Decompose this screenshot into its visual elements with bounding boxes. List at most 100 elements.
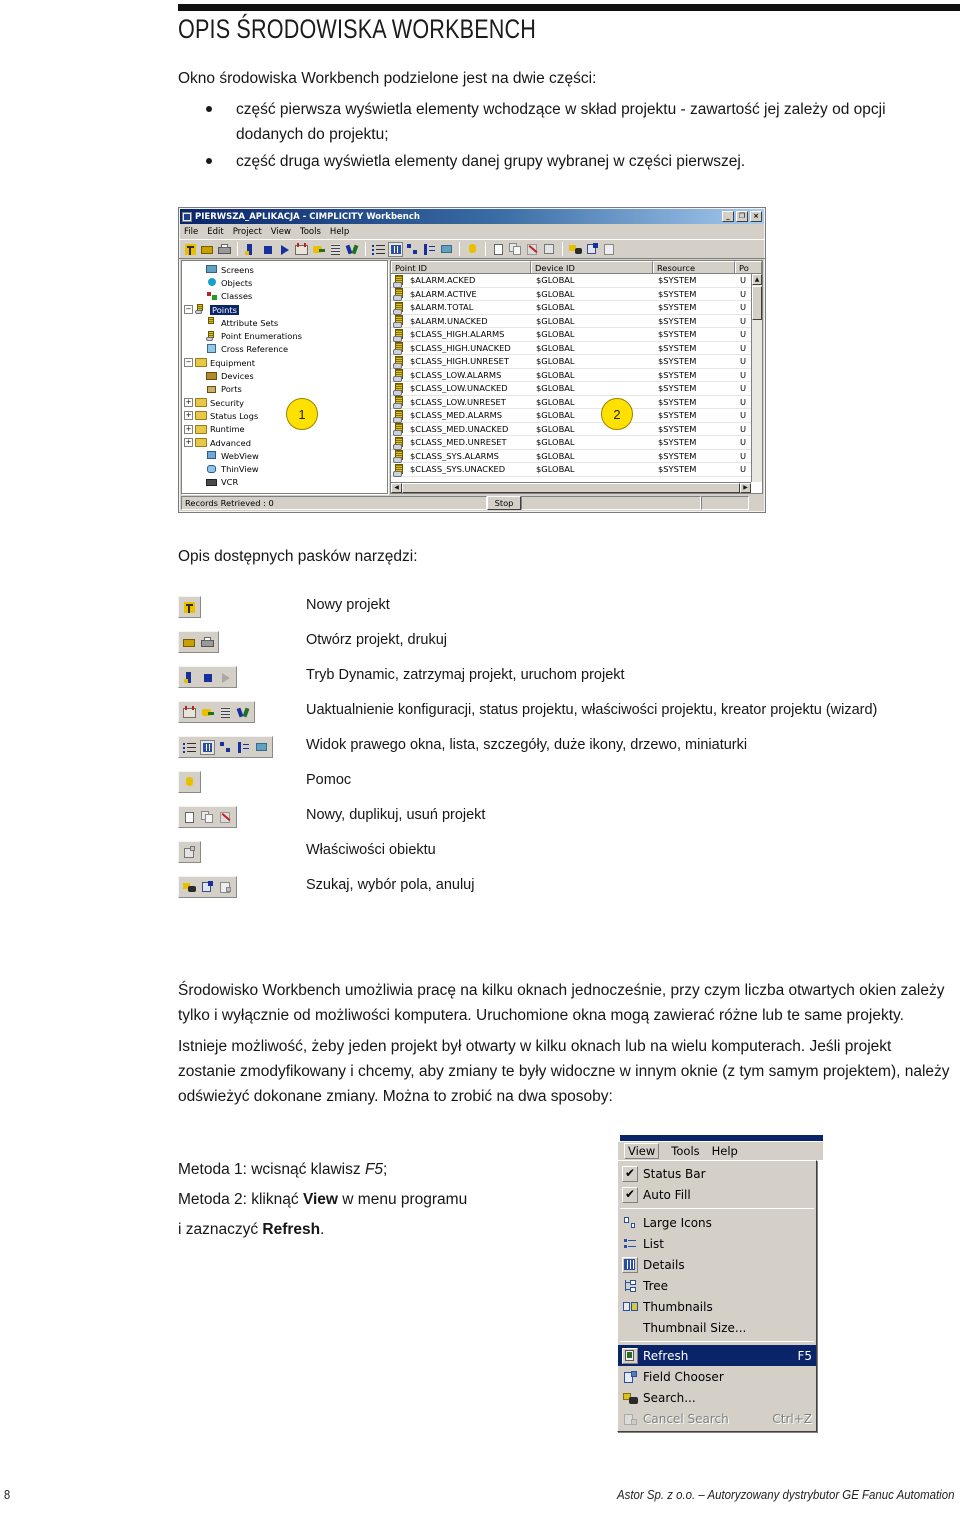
project-properties-icon[interactable]	[218, 705, 233, 720]
menu-item-status-bar[interactable]: Status Bar	[618, 1163, 816, 1184]
tree-item-screens[interactable]: Screens	[184, 263, 387, 276]
open-project-icon[interactable]	[182, 635, 197, 650]
print-icon[interactable]	[217, 242, 232, 257]
details-view-icon[interactable]	[218, 740, 233, 755]
project-status-icon[interactable]	[200, 705, 215, 720]
new-object-icon[interactable]	[182, 810, 197, 825]
stop-button[interactable]: Stop	[487, 496, 521, 510]
tree-item-ports[interactable]: Ports	[184, 383, 387, 396]
update-config-icon[interactable]	[294, 242, 309, 257]
dynamic-mode-icon[interactable]	[182, 670, 197, 685]
tree-item-runtime[interactable]: + Runtime	[184, 423, 387, 436]
column-header-point-id[interactable]: Point ID	[391, 261, 531, 273]
tree-item-security[interactable]: + Security	[184, 396, 387, 409]
field-chooser-icon[interactable]	[200, 880, 215, 895]
duplicate-object-icon[interactable]	[508, 242, 523, 257]
table-row[interactable]: $ALARM.ACKED $GLOBAL $SYSTEM U	[391, 274, 762, 288]
search-icon[interactable]	[182, 880, 197, 895]
delete-object-icon[interactable]	[525, 242, 540, 257]
print-icon[interactable]	[200, 635, 215, 650]
expand-expander[interactable]: +	[184, 398, 193, 408]
menu-item-thumbnail-size[interactable]: Thumbnail Size...	[618, 1317, 816, 1338]
tree-item-point-enumerations[interactable]: Point Enumerations	[184, 329, 387, 342]
project-status-icon[interactable]	[311, 242, 326, 257]
menu-help[interactable]: Help	[330, 227, 349, 237]
menu-view[interactable]: View	[624, 1143, 660, 1159]
menu-item-list[interactable]: List	[618, 1233, 816, 1254]
close-button[interactable]: ×	[750, 211, 762, 222]
table-row[interactable]: $CLASS_MED.UNRESET $GLOBAL $SYSTEM U	[391, 436, 762, 450]
right-pane-view-icon[interactable]	[182, 740, 197, 755]
help-icon[interactable]	[465, 242, 480, 257]
collapse-expander[interactable]: −	[184, 305, 193, 315]
run-project-icon[interactable]	[277, 242, 292, 257]
menu-tools[interactable]: Tools	[671, 1144, 699, 1158]
tree-item-webview[interactable]: WebView	[184, 449, 387, 462]
menu-help[interactable]: Help	[712, 1144, 738, 1158]
collapse-expander[interactable]: −	[184, 358, 193, 368]
resize-grip[interactable]	[749, 496, 763, 510]
tree-view-icon[interactable]	[439, 242, 454, 257]
table-row[interactable]: $CLASS_HIGH.UNRESET $GLOBAL $SYSTEM U	[391, 355, 762, 369]
tree-item-thinview[interactable]: ThinView	[184, 462, 387, 475]
tree-item-devices[interactable]: Devices	[184, 369, 387, 382]
cancel-search-icon[interactable]	[218, 880, 233, 895]
table-row[interactable]: $CLASS_HIGH.ALARMS $GLOBAL $SYSTEM U	[391, 328, 762, 342]
expand-expander[interactable]: +	[184, 438, 193, 447]
tree-item-points[interactable]: − Points	[184, 303, 387, 316]
update-config-icon[interactable]	[182, 705, 197, 720]
column-header-device-id[interactable]: Device ID	[531, 261, 653, 273]
scroll-thumb[interactable]	[402, 483, 740, 493]
tree-item-classes[interactable]: Classes	[184, 290, 387, 303]
project-tree-pane[interactable]: Screens Objects Classes − Points Attribu…	[181, 260, 388, 494]
scroll-thumb[interactable]	[752, 286, 762, 320]
tree-item-cross-reference[interactable]: Cross Reference	[184, 343, 387, 356]
table-row[interactable]: $CLASS_HIGH.UNACKED $GLOBAL $SYSTEM U	[391, 342, 762, 356]
help-icon[interactable]	[182, 775, 197, 790]
large-icons-icon[interactable]	[422, 242, 437, 257]
scroll-left-arrow[interactable]: ◀	[391, 483, 402, 493]
new-project-icon[interactable]	[182, 600, 197, 615]
menu-item-auto-fill[interactable]: Auto Fill	[618, 1184, 816, 1205]
search-icon[interactable]	[568, 242, 583, 257]
maximize-button[interactable]: ❐	[736, 211, 748, 222]
new-object-icon[interactable]	[491, 242, 506, 257]
stop-project-icon[interactable]	[200, 670, 215, 685]
project-wizard-icon[interactable]	[345, 242, 360, 257]
object-properties-icon[interactable]	[542, 242, 557, 257]
table-row[interactable]: $CLASS_LOW.UNACKED $GLOBAL $SYSTEM U	[391, 382, 762, 396]
table-row[interactable]: $ALARM.UNACKED $GLOBAL $SYSTEM U	[391, 315, 762, 329]
stop-project-icon[interactable]	[260, 242, 275, 257]
menu-item-thumbnails[interactable]: Thumbnails	[618, 1296, 816, 1317]
table-row[interactable]: $CLASS_SYS.ALARMS $GLOBAL $SYSTEM U	[391, 450, 762, 464]
tree-item-equipment[interactable]: − Equipment	[184, 356, 387, 369]
menu-item-refresh[interactable]: Refresh F5	[618, 1345, 816, 1366]
menu-item-details[interactable]: Details	[618, 1254, 816, 1275]
table-row[interactable]: $ALARM.TOTAL $GLOBAL $SYSTEM U	[391, 301, 762, 315]
menu-item-tree[interactable]: Tree	[618, 1275, 816, 1296]
table-row[interactable]: $CLASS_LOW.UNRESET $GLOBAL $SYSTEM U	[391, 396, 762, 410]
project-properties-icon[interactable]	[328, 242, 343, 257]
open-project-icon[interactable]	[200, 242, 215, 257]
details-view-icon[interactable]	[405, 242, 420, 257]
points-list-pane[interactable]: Point ID Device ID Resource Po $ALARM.AC…	[390, 260, 763, 494]
table-row[interactable]: $CLASS_MED.UNACKED $GLOBAL $SYSTEM U	[391, 423, 762, 437]
table-row[interactable]: $CLASS_LOW.ALARMS $GLOBAL $SYSTEM U	[391, 369, 762, 383]
menu-item-large-icons[interactable]: Large Icons	[618, 1212, 816, 1233]
column-header-po[interactable]: Po	[735, 261, 762, 273]
menu-edit[interactable]: Edit	[207, 227, 223, 237]
expand-expander[interactable]: +	[184, 424, 193, 434]
project-wizard-icon[interactable]	[236, 705, 251, 720]
tree-item-attribute-sets[interactable]: Attribute Sets	[184, 316, 387, 329]
tree-item-advanced[interactable]: + Advanced	[184, 436, 387, 449]
expand-expander[interactable]: +	[184, 411, 193, 421]
run-project-icon[interactable]	[218, 670, 233, 685]
new-project-icon[interactable]	[183, 242, 198, 257]
duplicate-object-icon[interactable]	[200, 810, 215, 825]
field-chooser-icon[interactable]	[585, 242, 600, 257]
list-view-icon[interactable]	[388, 241, 403, 257]
scroll-right-arrow[interactable]: ▶	[740, 483, 751, 493]
menu-view[interactable]: View	[271, 227, 291, 237]
tree-view-icon[interactable]	[254, 740, 269, 755]
minimize-button[interactable]: _	[722, 211, 734, 222]
